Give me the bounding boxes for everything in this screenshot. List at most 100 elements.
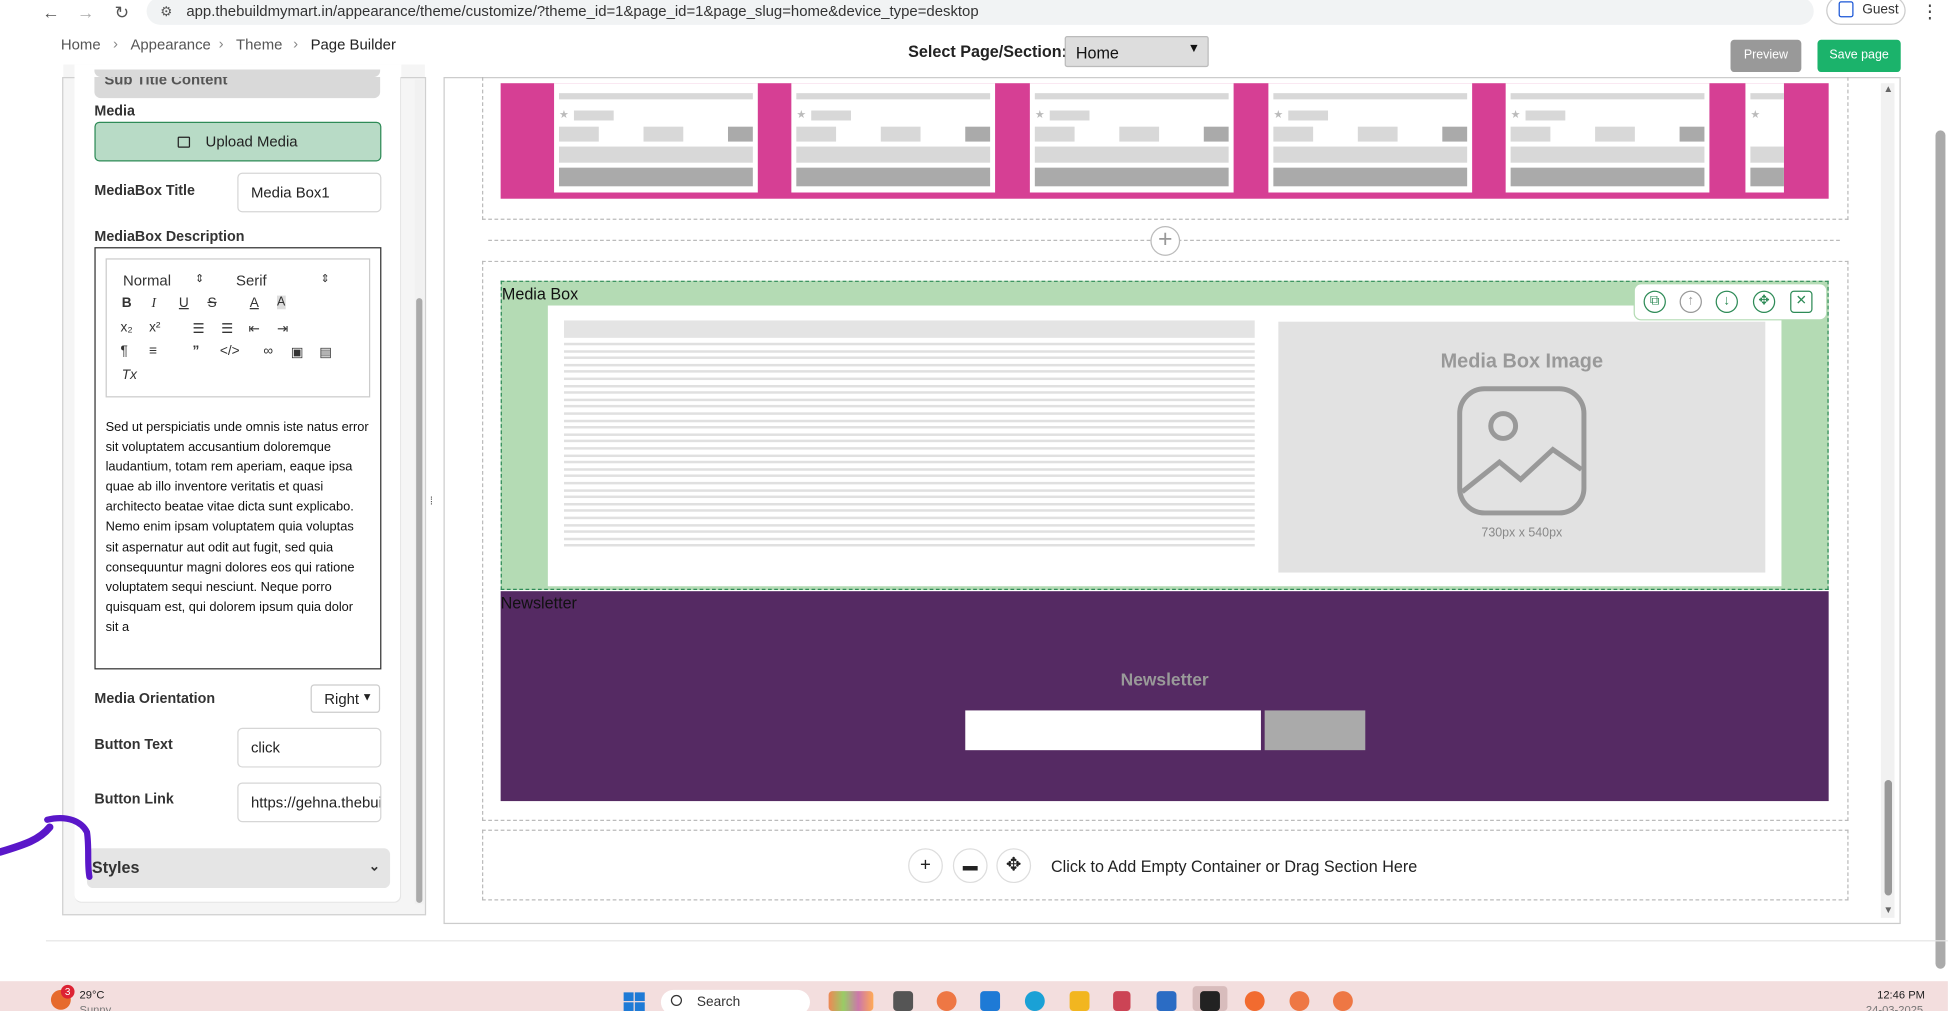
media-orientation-select[interactable]: Right ▼ (310, 684, 381, 713)
align-icon[interactable]: ≡ (149, 344, 157, 359)
drag-move-icon[interactable]: ✥ (1752, 290, 1776, 313)
subscript-icon[interactable]: x₂ (121, 320, 133, 335)
text-placeholder-line (564, 447, 1255, 450)
button-link-input[interactable]: https://gehna.thebuildmymart.in (237, 782, 382, 823)
notepad-icon[interactable] (1156, 991, 1177, 1011)
divider (45, 940, 1948, 942)
search-icon (670, 994, 683, 1007)
back-icon[interactable]: ← (39, 1, 64, 23)
text-placeholder-line (564, 363, 1255, 367)
postman-icon[interactable] (1244, 991, 1265, 1011)
newsletter-section-label: Newsletter (500, 593, 577, 613)
canvas-scrollbar-thumb[interactable] (1884, 779, 1893, 896)
resize-handle-icon[interactable]: ⁞ (430, 494, 433, 506)
indent-icon[interactable]: ⇥ (277, 320, 288, 337)
image-placeholder-icon (1457, 386, 1587, 516)
link-icon[interactable]: ∞ (263, 344, 273, 359)
button-text-label: Button Text (94, 737, 173, 753)
product-card[interactable]: ★ (791, 83, 996, 193)
site-info-icon[interactable]: ⚙ (160, 4, 172, 20)
newsletter-email-input[interactable] (965, 710, 1261, 751)
star-icon: ★ (1750, 108, 1761, 121)
strike-icon[interactable]: S (207, 296, 216, 311)
ordered-list-icon[interactable]: ☰ (193, 320, 205, 337)
text-placeholder-line (564, 544, 1255, 547)
insert-video-icon[interactable]: ▤ (319, 344, 332, 360)
styles-accordion[interactable]: Styles ⌄ (86, 848, 391, 889)
weather-text: Sunny (79, 1003, 112, 1011)
editor-content[interactable]: Sed ut perspiciatis unde omnis iste natu… (106, 419, 369, 639)
task-view-icon[interactable] (893, 991, 914, 1011)
button-text-input[interactable]: click (237, 727, 382, 768)
chevron-down-icon: ▼ (1187, 42, 1201, 56)
code-block-icon[interactable]: </> (220, 344, 240, 359)
product-card[interactable]: ★ (1029, 83, 1234, 193)
file-explorer-icon[interactable] (1069, 991, 1090, 1011)
newsletter-submit-button[interactable] (1264, 710, 1366, 751)
chrome-icon[interactable] (1332, 991, 1353, 1011)
browser-menu-icon[interactable]: ⋮ (1921, 0, 1940, 22)
move-up-icon[interactable]: ↑ (1679, 290, 1702, 313)
save-page-button[interactable]: Save page (1817, 39, 1901, 73)
preview-button[interactable]: Preview (1730, 39, 1802, 73)
breadcrumb-home[interactable]: Home (61, 36, 101, 53)
blockquote-icon[interactable]: ” (193, 344, 200, 359)
move-down-icon[interactable]: ↓ (1715, 290, 1738, 313)
font-select[interactable]: Serif (236, 272, 267, 289)
reload-icon[interactable]: ↻ (109, 1, 134, 23)
breadcrumb-appearance[interactable]: Appearance (130, 36, 210, 53)
vscode-icon[interactable] (980, 991, 1001, 1011)
subtitle-content-accordion-edge[interactable] (94, 69, 381, 78)
chevron-down-icon: ▼ (361, 690, 373, 703)
product-card[interactable]: ★ (1268, 83, 1473, 193)
upload-media-button[interactable]: Upload Media (94, 121, 382, 162)
underline-icon[interactable]: U (179, 296, 189, 311)
text-direction-icon[interactable]: ¶ (121, 344, 128, 359)
edge-icon[interactable] (1024, 991, 1045, 1011)
windows-start-icon[interactable] (623, 992, 646, 1011)
outdent-icon[interactable]: ⇤ (248, 320, 259, 337)
product-card[interactable]: ★ (1505, 83, 1710, 193)
add-container-icon[interactable]: + (908, 848, 943, 884)
folder-icon[interactable]: ▬ (952, 848, 988, 884)
newsletter-section[interactable] (500, 591, 1829, 802)
page-select[interactable]: Home ▼ (1064, 36, 1209, 68)
page-scrollbar-thumb[interactable] (1935, 130, 1946, 969)
mediabox-title-input[interactable]: Media Box1 (237, 172, 382, 213)
add-section-icon[interactable]: + (1150, 226, 1181, 256)
panel-scrollbar-thumb[interactable] (416, 298, 423, 903)
scroll-up-icon[interactable]: ▲ (1883, 83, 1893, 94)
chrome-icon[interactable] (1289, 991, 1310, 1011)
italic-icon[interactable]: I (152, 296, 157, 311)
button-link-label: Button Link (94, 792, 174, 808)
snipping-tool-icon[interactable] (1113, 991, 1131, 1011)
scroll-down-icon[interactable]: ▼ (1883, 904, 1893, 915)
text-placeholder-line (564, 426, 1255, 429)
terminal-icon[interactable] (1200, 991, 1220, 1011)
background-color-icon[interactable]: A (277, 295, 286, 310)
drop-zone-text: Click to Add Empty Container or Drag Sec… (1050, 856, 1418, 876)
text-placeholder-line (564, 530, 1255, 534)
text-placeholder-line (564, 349, 1255, 353)
product-card[interactable]: ★ (554, 83, 758, 193)
clear-format-icon[interactable]: Tx (122, 368, 137, 383)
delete-section-icon[interactable]: ✕ (1790, 290, 1813, 313)
breadcrumb-theme[interactable]: Theme (236, 36, 282, 53)
insert-image-icon[interactable]: ▣ (291, 344, 304, 360)
media-text-placeholder (564, 320, 1255, 556)
product-card[interactable]: ★ (1745, 83, 1784, 193)
text-placeholder-line (564, 440, 1255, 443)
text-color-icon[interactable]: A (250, 296, 259, 311)
taskbar-search[interactable]: Search (660, 989, 810, 1011)
superscript-icon[interactable]: x² (149, 320, 160, 335)
duplicate-icon[interactable]: ⧉ (1643, 290, 1666, 313)
format-select[interactable]: Normal (123, 272, 171, 289)
chrome-icon[interactable] (936, 991, 957, 1011)
bullet-list-icon[interactable]: ☰ (221, 320, 233, 337)
widgets-icon[interactable] (828, 991, 874, 1011)
forward-icon[interactable]: → (73, 1, 98, 23)
drag-section-icon[interactable]: ✥ (996, 848, 1032, 884)
taskbar-time: 12:46 PM (1877, 988, 1925, 1002)
star-icon: ★ (1034, 108, 1045, 121)
bold-icon[interactable]: B (122, 296, 132, 311)
